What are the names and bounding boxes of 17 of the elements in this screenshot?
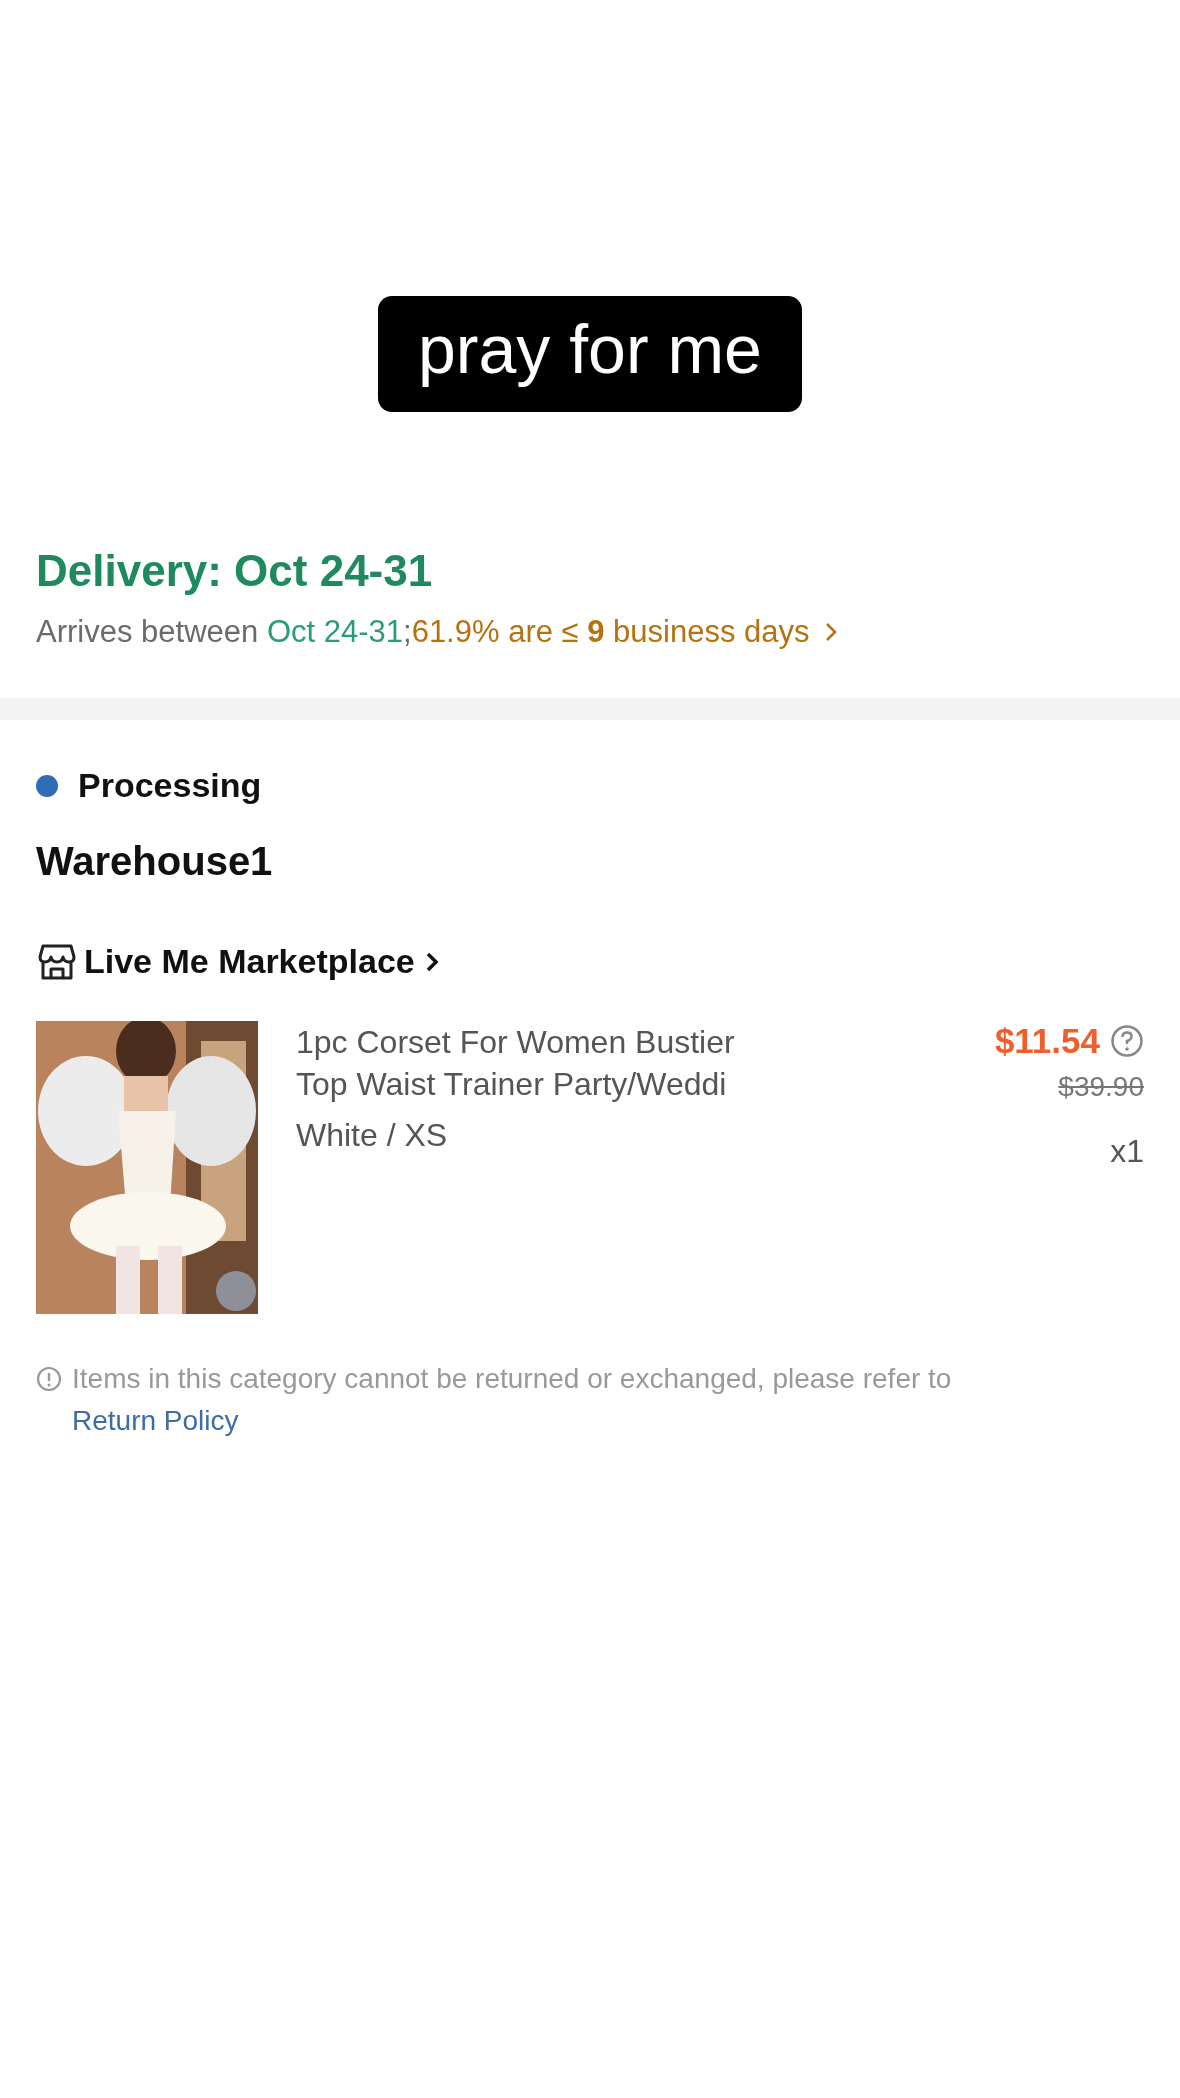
sale-price: $11.54 (994, 1021, 1100, 1061)
return-policy-link[interactable]: Return Policy (72, 1405, 239, 1436)
caption: pray for me (378, 296, 802, 412)
product-title[interactable]: 1pc Corset For Women Bustier Top Waist Trainer Party/Weddi (296, 1021, 766, 1105)
store-link[interactable]: Live Me Marketplace (84, 942, 439, 981)
return-notice: Items in this category cannot be returned or exchanged, please refer to Return Policy (72, 1362, 953, 1438)
info-icon (36, 1366, 62, 1392)
original-price: $39.90 (1058, 1071, 1144, 1103)
help-icon[interactable] (1110, 1024, 1144, 1058)
delivery-summary: Arrives between Oct 24-31;61.9% are ≤ 9 business days (36, 614, 810, 650)
product-variant: White / XS (296, 1117, 449, 1154)
delivery-title: Delivery: Oct 24-31 (36, 546, 434, 596)
store-icon (36, 942, 78, 981)
chevron-right-icon[interactable] (823, 621, 838, 643)
warehouse-name: Warehouse1 (36, 839, 274, 884)
status-label: Processing (78, 766, 262, 805)
quantity: x1 (1110, 1133, 1144, 1170)
